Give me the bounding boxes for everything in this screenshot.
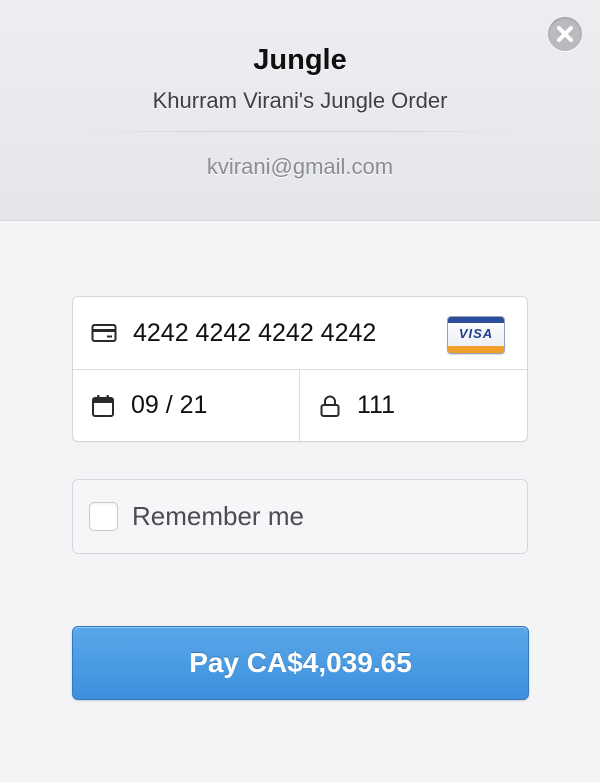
customer-email: kvirani@gmail.com (206, 154, 394, 179)
cvc-value: 111 (357, 391, 396, 419)
remember-me-label: Remember me (132, 501, 304, 531)
order-description: Khurram Virani's Jungle Order (152, 88, 448, 113)
credit-card-icon (91, 323, 117, 343)
pay-button[interactable]: Pay CA$4,039.65 (72, 626, 529, 700)
checkout-modal: Jungle Khurram Virani's Jungle Order kvi… (0, 0, 600, 782)
cvc-field[interactable]: 111 (319, 370, 519, 441)
expiry-field[interactable]: 09 / 21 (91, 370, 291, 441)
header-divider (90, 131, 510, 132)
remember-me-option[interactable]: Remember me (72, 479, 528, 554)
card-number-value: 4242 4242 4242 4242 (133, 318, 377, 347)
remember-me-checkbox[interactable] (89, 502, 118, 531)
checkout-header: Jungle Khurram Virani's Jungle Order kvi… (0, 0, 600, 221)
expiry-value: 09 / 21 (131, 391, 208, 419)
visa-card-icon: VISA (447, 316, 505, 354)
lock-icon (319, 394, 341, 418)
column-divider (299, 370, 300, 441)
card-details-form: 4242 4242 4242 4242 VISA 09 / 21 111 (72, 296, 528, 442)
merchant-title: Jungle (253, 44, 347, 76)
calendar-icon (91, 394, 115, 418)
